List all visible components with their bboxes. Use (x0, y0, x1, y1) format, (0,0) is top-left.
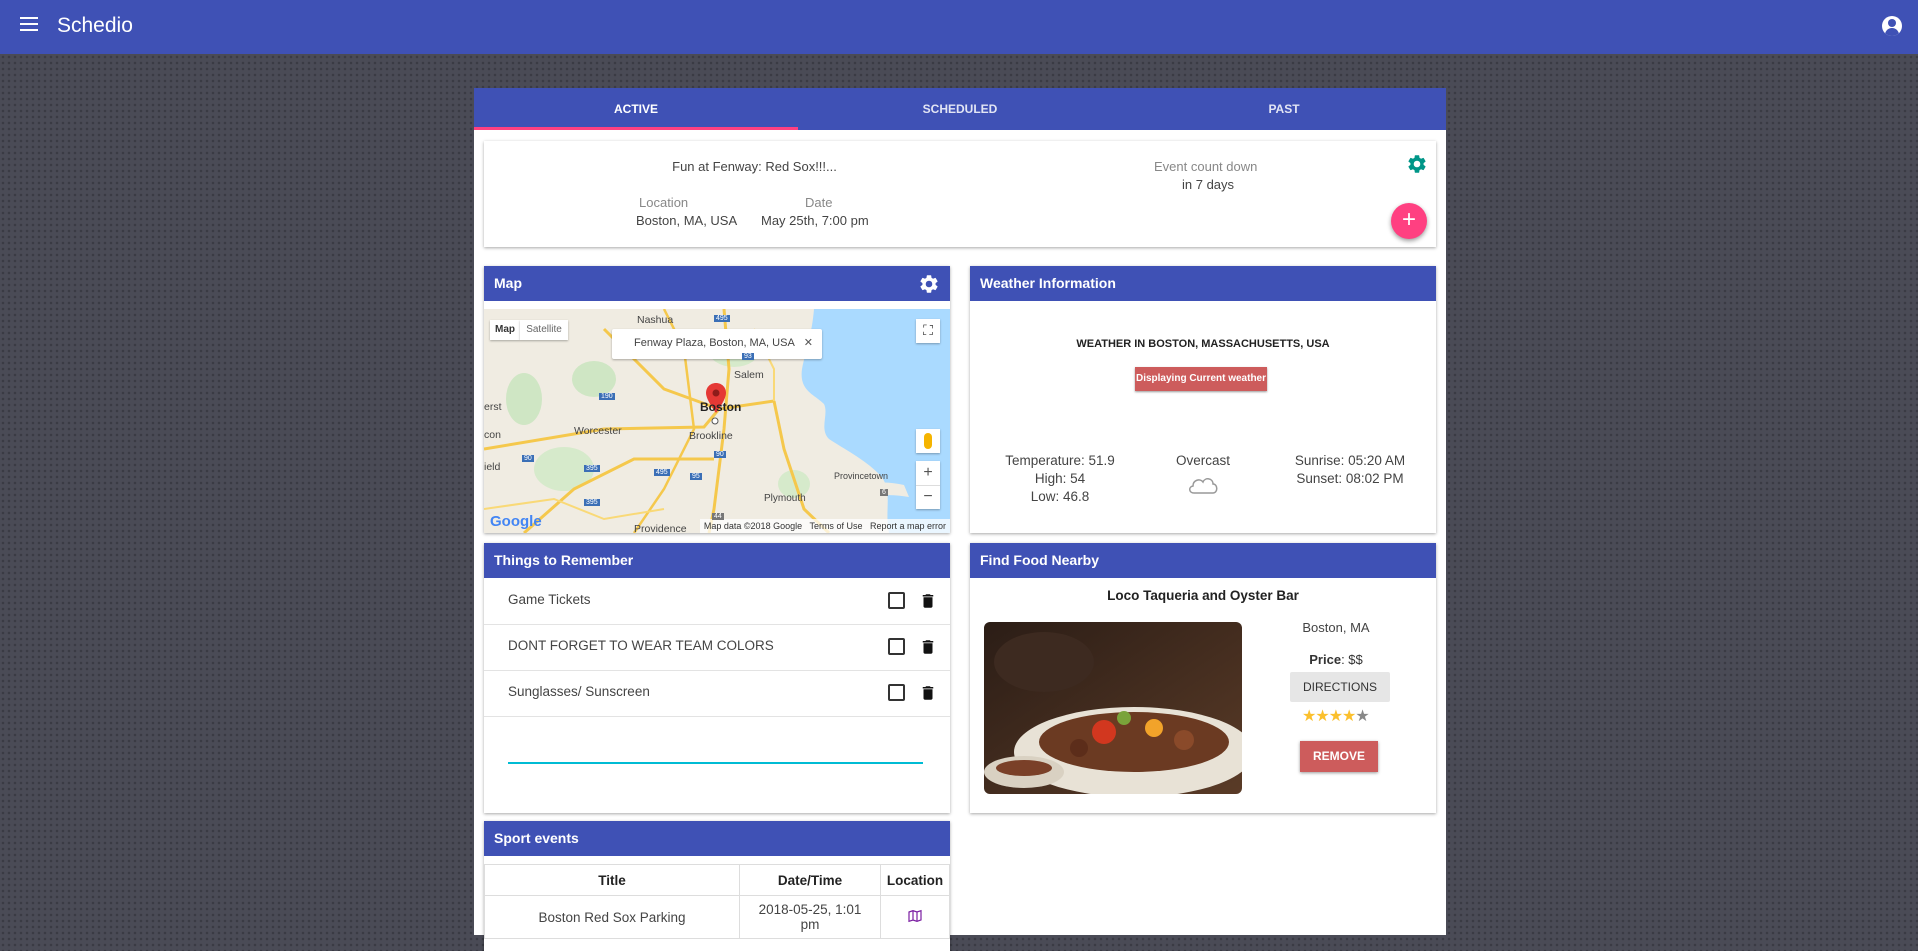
highway-shield: 44 (712, 513, 724, 520)
event-location-cell[interactable] (880, 895, 950, 939)
directions-button[interactable]: DIRECTIONS (1290, 672, 1390, 702)
date-value: May 25th, 7:00 pm (761, 213, 869, 228)
sunset-value: Sunset: 08:02 PM (1296, 471, 1404, 486)
countdown-value: in 7 days (1182, 177, 1235, 192)
cloud-icon (1189, 478, 1218, 494)
map-settings-gear-icon[interactable] (918, 273, 940, 295)
trash-icon[interactable] (919, 683, 937, 703)
weather-card: Weather Information WEATHER IN BOSTON, M… (970, 266, 1436, 533)
highway-shield: 90 (522, 455, 534, 462)
sport-events-table: Title Date/Time Location Boston Red Sox … (484, 864, 950, 939)
rating-stars: ★★★★★ (1302, 706, 1370, 726)
map-icon[interactable] (907, 908, 923, 924)
countdown-label: Event count down (1154, 159, 1258, 174)
list-item: Sunglasses/ Sunscreen (484, 670, 950, 717)
add-fab-button[interactable]: + (1391, 203, 1427, 239)
map-title: Map (494, 275, 522, 291)
things-header: Things to Remember (484, 543, 950, 578)
weather-mode-badge: Displaying Current weather (1135, 367, 1267, 391)
weather-header: Weather Information (970, 266, 1436, 301)
todo-text: Game Tickets (508, 592, 591, 607)
restaurant-name: Loco Taqueria and Oyster Bar (1107, 588, 1299, 603)
column-header-datetime: Date/Time (739, 864, 881, 896)
condition-value: Overcast (1175, 453, 1230, 468)
event-title-cell: Boston Red Sox Parking (484, 895, 740, 939)
things-to-remember-card: Things to Remember Game Tickets DONT FOR… (484, 543, 950, 813)
map-canvas[interactable]: Map Satellite Fenway Plaza, Boston, MA, … (484, 309, 950, 533)
high-value: High: 54 (1034, 471, 1086, 486)
tab-bar: ACTIVE SCHEDULED PAST (474, 88, 1446, 130)
account-circle-icon[interactable] (1882, 16, 1902, 36)
new-todo-input[interactable] (508, 729, 923, 764)
restaurant-price: Price: $$ (1270, 652, 1402, 667)
food-header: Find Food Nearby (970, 543, 1436, 578)
food-body: Loco Taqueria and Oyster Bar Boston, MA … (970, 578, 1436, 813)
highway-shield: 395 (584, 499, 600, 506)
todo-checkbox[interactable] (888, 592, 905, 609)
highway-shields: 495 93 190 90 90 395 495 95 395 44 6 (484, 309, 950, 533)
star-filled-icon: ★ (1328, 708, 1343, 725)
highway-shield: 495 (714, 315, 730, 322)
date-label: Date (805, 195, 833, 210)
highway-shield: 495 (654, 469, 670, 476)
main-container: ACTIVE SCHEDULED PAST Fun at Fenway: Red… (474, 88, 1446, 951)
app-title: Schedio (57, 14, 133, 37)
highway-shield: 93 (742, 353, 754, 360)
sun-times-column: Sunrise: 05:20 AM Sunset: 08:02 PM (1275, 452, 1425, 488)
condition-column: Overcast (1150, 452, 1256, 501)
event-summary-card: Fun at Fenway: Red Sox!!!... Location Bo… (484, 141, 1436, 247)
find-food-card: Find Food Nearby Loco Taqueria and Oyste… (970, 543, 1436, 813)
event-title: Fun at Fenway: Red Sox!!!... (672, 159, 837, 174)
sports-header: Sport events (484, 821, 950, 856)
trash-icon[interactable] (919, 591, 937, 611)
weather-location-title: WEATHER IN BOSTON, MASSACHUSETTS, USA (1076, 338, 1330, 350)
highway-shield: 90 (714, 451, 726, 458)
location-value: Boston, MA, USA (636, 213, 738, 228)
app-bar: Schedio (0, 0, 1918, 54)
highway-shield: 190 (599, 393, 615, 400)
restaurant-city: Boston, MA (1302, 620, 1370, 635)
star-filled-icon: ★ (1342, 708, 1356, 725)
menu-icon[interactable] (20, 17, 38, 31)
remove-button[interactable]: REMOVE (1300, 741, 1378, 772)
trash-icon[interactable] (919, 637, 937, 657)
list-item: DONT FORGET TO WEAR TEAM COLORS (484, 624, 950, 671)
todo-text: DONT FORGET TO WEAR TEAM COLORS (508, 638, 774, 653)
highway-shield: 395 (584, 465, 600, 472)
restaurant-photo (984, 622, 1242, 794)
price-label: Price (1309, 652, 1342, 667)
location-label: Location (639, 195, 689, 210)
star-empty-icon: ★ (1355, 708, 1369, 725)
highway-shield: 95 (690, 473, 702, 480)
column-header-location: Location (880, 864, 950, 896)
active-tab-indicator (474, 127, 798, 130)
tab-active[interactable]: ACTIVE (474, 88, 798, 130)
temperature-column: Temperature: 51.9 High: 54 Low: 46.8 (990, 452, 1130, 506)
sport-events-card: Sport events Title Date/Time Location Bo… (484, 821, 950, 951)
column-header-title: Title (484, 864, 740, 896)
list-item: Game Tickets (484, 578, 950, 625)
map-card: Map Map Satellite Fenway Plaza, Boston, … (484, 266, 950, 533)
table-header-row: Title Date/Time Location (484, 864, 950, 896)
settings-gear-icon[interactable] (1406, 153, 1428, 175)
event-datetime-cell: 2018-05-25, 1:01 pm (739, 895, 881, 939)
temperature-value: Temperature: 51.9 (1005, 453, 1115, 468)
tab-scheduled[interactable]: SCHEDULED (798, 88, 1122, 130)
star-filled-icon: ★ (1315, 708, 1329, 725)
highway-shield: 6 (880, 489, 888, 496)
map-header: Map (484, 266, 950, 301)
price-value: : $$ (1341, 652, 1363, 667)
sunrise-value: Sunrise: 05:20 AM (1294, 453, 1406, 468)
tab-past[interactable]: PAST (1122, 88, 1446, 130)
todo-text: Sunglasses/ Sunscreen (508, 684, 650, 699)
low-value: Low: 46.8 (1030, 489, 1090, 504)
todo-checkbox[interactable] (888, 638, 905, 655)
todo-checkbox[interactable] (888, 684, 905, 701)
star-filled-icon: ★ (1302, 708, 1316, 725)
table-row: Boston Red Sox Parking 2018-05-25, 1:01 … (484, 895, 950, 939)
